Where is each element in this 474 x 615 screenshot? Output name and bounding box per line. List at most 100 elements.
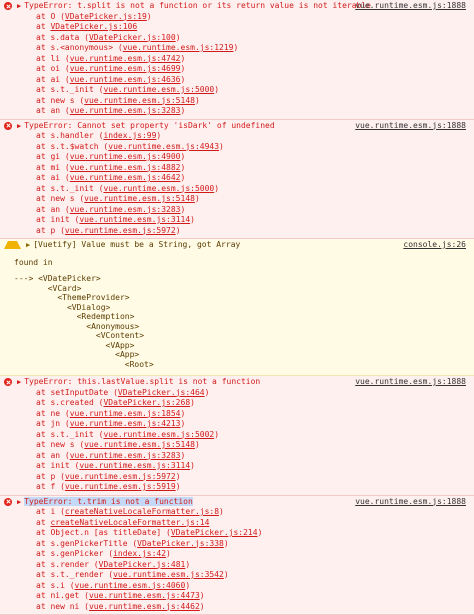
frame-close-paren: )	[176, 226, 181, 235]
frame-source-link[interactable]: vue.runtime.esm.js:3283	[70, 106, 181, 115]
component-tree-line: <Root>	[14, 360, 470, 370]
frame-function: at O (	[36, 12, 65, 21]
stack-frame: at Object.n [as titleDate] (VDatePicker.…	[36, 528, 470, 539]
frame-function: at s.genPickerTitle (	[36, 539, 137, 548]
frame-close-paren: )	[181, 205, 186, 214]
frame-function: at i (	[36, 507, 65, 516]
frame-function: at s.t._init (	[36, 85, 103, 94]
frame-close-paren: )	[200, 602, 205, 611]
frame-close-paren: )	[181, 451, 186, 460]
frame-source-link[interactable]: VDatePicker.js:338	[137, 539, 224, 548]
frame-source-link[interactable]: vue.runtime.esm.js:4882	[70, 163, 181, 172]
frame-source-link[interactable]: vue.runtime.esm.js:5972	[65, 472, 176, 481]
frame-close-paren: )	[190, 215, 195, 224]
component-tree-line: <ThemeProvider>	[14, 293, 470, 303]
frame-source-link[interactable]: index.js:99	[103, 131, 156, 140]
stack-frame: at s.t._init (vue.runtime.esm.js:5000)	[36, 184, 470, 195]
frame-source-link[interactable]: index.js:42	[113, 549, 166, 558]
frame-close-paren: )	[176, 472, 181, 481]
message-text-content: [Vuetify] Value must be a String, got Ar…	[33, 240, 240, 249]
frame-source-link[interactable]: vue.runtime.esm.js:3542	[113, 570, 224, 579]
frame-source-link[interactable]: VDatePicker.js:106	[50, 22, 137, 31]
frame-function: at ai (	[36, 173, 70, 182]
frame-function: at s.<anonymous> (	[36, 43, 123, 52]
source-link[interactable]: vue.runtime.esm.js:1888	[355, 1, 466, 12]
found-in-label: found in	[14, 258, 470, 268]
expand-caret-icon[interactable]: ▶	[17, 121, 21, 132]
frame-source-link[interactable]: vue.runtime.esm.js:4213	[70, 419, 181, 428]
message-header[interactable]: ▶[Vuetify] Value must be a String, got A…	[4, 240, 470, 251]
stack-frame: at li (vue.runtime.esm.js:4742)	[36, 54, 470, 65]
component-tree-line: <VDialog>	[14, 303, 470, 313]
error-circle-icon	[4, 2, 12, 10]
frame-source-link[interactable]: vue.runtime.esm.js:4060	[75, 581, 186, 590]
expand-caret-icon[interactable]: ▶	[17, 1, 21, 12]
frame-source-link[interactable]: vue.runtime.esm.js:4636	[70, 75, 181, 84]
component-tree-line: <VApp>	[14, 341, 470, 351]
frame-function: at new ni (	[36, 602, 89, 611]
frame-source-link[interactable]: vue.runtime.esm.js:5148	[84, 440, 195, 449]
frame-function: at mi (	[36, 163, 70, 172]
frame-source-link[interactable]: vue.runtime.esm.js:4473	[89, 591, 200, 600]
frame-source-link[interactable]: vue.runtime.esm.js:5148	[84, 96, 195, 105]
frame-source-link[interactable]: vue.runtime.esm.js:3114	[79, 461, 190, 470]
frame-close-paren: )	[181, 64, 186, 73]
frame-source-link[interactable]: vue.runtime.esm.js:3283	[70, 451, 181, 460]
expand-caret-icon[interactable]: ▶	[17, 497, 21, 508]
frame-function: at new s (	[36, 194, 84, 203]
stack-frame: at init (vue.runtime.esm.js:3114)	[36, 461, 470, 472]
frame-source-link[interactable]: vue.runtime.esm.js:4742	[70, 54, 181, 63]
frame-source-link[interactable]: createNativeLocaleFormatter.js:14	[50, 518, 209, 527]
frame-source-link[interactable]: vue.runtime.esm.js:1219	[123, 43, 234, 52]
expand-caret-icon[interactable]: ▶	[26, 240, 30, 251]
stack-frame: at s.t._init (vue.runtime.esm.js:5000)	[36, 85, 470, 96]
frame-source-link[interactable]: vue.runtime.esm.js:4699	[70, 64, 181, 73]
frame-function: at gi (	[36, 152, 70, 161]
frame-source-link[interactable]: vue.runtime.esm.js:5919	[65, 482, 176, 491]
frame-source-link[interactable]: vue.runtime.esm.js:3114	[79, 215, 190, 224]
frame-source-link[interactable]: vue.runtime.esm.js:4462	[89, 602, 200, 611]
source-link[interactable]: vue.runtime.esm.js:1888	[355, 121, 466, 132]
frame-function: at s.t._init (	[36, 430, 103, 439]
frame-source-link[interactable]: VDatePicker.js:481	[99, 560, 186, 569]
stack-frame: at i (createNativeLocaleFormatter.js:8)	[36, 507, 470, 518]
console-error-message: ▶TypeError: t.trim is not a functionvue.…	[0, 496, 474, 615]
frame-source-link[interactable]: vue.runtime.esm.js:4900	[70, 152, 181, 161]
source-link[interactable]: vue.runtime.esm.js:1888	[355, 377, 466, 388]
frame-source-link[interactable]: vue.runtime.esm.js:5148	[84, 194, 195, 203]
console-error-message: ▶TypeError: this.lastValue.split is not …	[0, 376, 474, 496]
frame-source-link[interactable]: vue.runtime.esm.js:4642	[70, 173, 181, 182]
frame-source-link[interactable]: VDatePicker.js:214	[171, 528, 258, 537]
frame-source-link[interactable]: vue.runtime.esm.js:5972	[65, 226, 176, 235]
frame-source-link[interactable]: vue.runtime.esm.js:5002	[103, 430, 214, 439]
frame-source-link[interactable]: VDatePicker.js:268	[103, 398, 190, 407]
frame-source-link[interactable]: VDatePicker.js:464	[118, 388, 205, 397]
frame-close-paren: )	[224, 570, 229, 579]
frame-source-link[interactable]: vue.runtime.esm.js:1854	[70, 409, 181, 418]
frame-close-paren: )	[205, 388, 210, 397]
frame-close-paren: )	[181, 75, 186, 84]
frame-source-link[interactable]: vue.runtime.esm.js:5000	[103, 184, 214, 193]
stack-frame: at VDatePicker.js:106	[36, 22, 470, 33]
frame-close-paren: )	[181, 409, 186, 418]
stack-frame: at f (vue.runtime.esm.js:5919)	[36, 482, 470, 493]
source-link[interactable]: vue.runtime.esm.js:1888	[355, 497, 466, 508]
frame-source-link[interactable]: vue.runtime.esm.js:5000	[103, 85, 214, 94]
devtools-console: ▶TypeError: t.split is not a function or…	[0, 0, 474, 615]
stack-frame: at setInputDate (VDatePicker.js:464)	[36, 388, 470, 399]
frame-source-link[interactable]: vue.runtime.esm.js:4943	[108, 142, 219, 151]
expand-caret-icon[interactable]: ▶	[17, 377, 21, 388]
frame-source-link[interactable]: VDatePicker.js:100	[89, 33, 176, 42]
frame-function: at an (	[36, 451, 70, 460]
frame-function: at	[36, 22, 50, 31]
stack-frame: at s.created (VDatePicker.js:268)	[36, 398, 470, 409]
frame-source-link[interactable]: createNativeLocaleFormatter.js:8	[65, 507, 219, 516]
source-link[interactable]: console.js:26	[403, 240, 466, 251]
frame-function: at s.i (	[36, 581, 75, 590]
stack-trace: at O (VDatePicker.js:19) at VDatePicker.j…	[4, 12, 470, 117]
frame-source-link[interactable]: VDatePicker.js:19	[65, 12, 147, 21]
component-trace: found in---> <VDatePicker> <VCard> <Them…	[4, 258, 470, 370]
stack-frame: at s.genPicker (index.js:42)	[36, 549, 470, 560]
frame-source-link[interactable]: vue.runtime.esm.js:3283	[70, 205, 181, 214]
component-tree-line: <Anonymous>	[14, 322, 470, 332]
